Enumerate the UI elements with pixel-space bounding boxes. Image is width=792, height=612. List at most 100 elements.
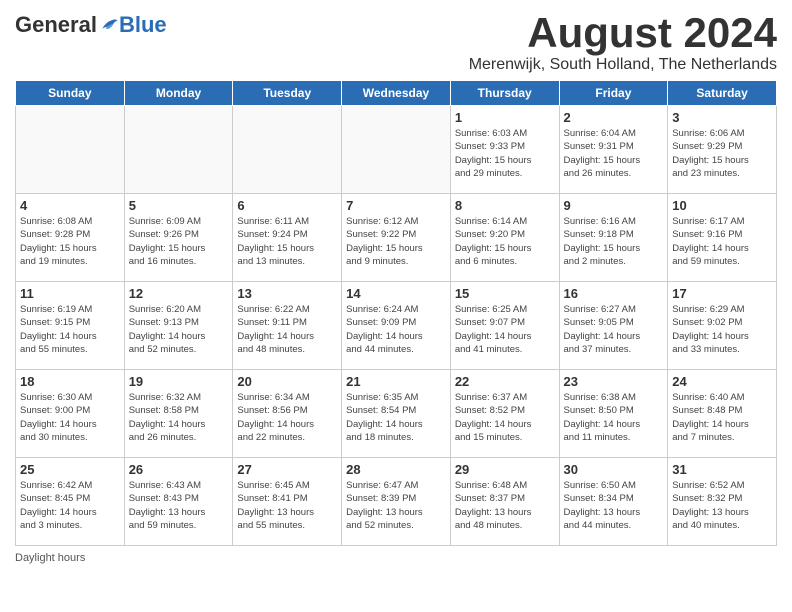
calendar-cell: 6Sunrise: 6:11 AM Sunset: 9:24 PM Daylig…	[233, 194, 342, 282]
logo: General Blue	[15, 14, 167, 36]
day-info: Sunrise: 6:45 AM Sunset: 8:41 PM Dayligh…	[237, 479, 337, 532]
day-number: 9	[564, 198, 664, 213]
day-info: Sunrise: 6:47 AM Sunset: 8:39 PM Dayligh…	[346, 479, 446, 532]
calendar-table: SundayMondayTuesdayWednesdayThursdayFrid…	[15, 80, 777, 546]
calendar-cell: 25 Sunrise: 6:42 AM Sunset: 8:45 PM Dayli…	[16, 458, 125, 546]
day-info: Sunrise: 6:06 AM Sunset: 9:29 PM Dayligh…	[672, 127, 772, 180]
calendar-cell: 22 Sunrise: 6:37 AM Sunset: 8:52 PM Dayli…	[450, 370, 559, 458]
calendar-cell	[124, 106, 233, 194]
day-number: 8	[455, 198, 555, 213]
day-number: 27	[237, 462, 337, 477]
day-number: 12	[129, 286, 229, 301]
calendar-cell: 21 Sunrise: 6:35 AM Sunset: 8:54 PM Dayli…	[342, 370, 451, 458]
day-number: 5	[129, 198, 229, 213]
day-number: 16	[564, 286, 664, 301]
calendar-cell: 26 Sunrise: 6:43 AM Sunset: 8:43 PM Dayli…	[124, 458, 233, 546]
day-of-week-header: Monday	[124, 81, 233, 106]
day-info: Sunrise: 6:40 AM Sunset: 8:48 PM Dayligh…	[672, 391, 772, 444]
day-info: Sunrise: 6:37 AM Sunset: 8:52 PM Dayligh…	[455, 391, 555, 444]
day-number: 11	[20, 286, 120, 301]
calendar-cell: 18 Sunrise: 6:30 AM Sunset: 9:00 PM Dayli…	[16, 370, 125, 458]
day-number: 17	[672, 286, 772, 301]
day-info: Sunrise: 6:09 AM Sunset: 9:26 PM Dayligh…	[129, 215, 229, 268]
day-info: Sunrise: 6:04 AM Sunset: 9:31 PM Dayligh…	[564, 127, 664, 180]
day-number: 31	[672, 462, 772, 477]
day-number: 26	[129, 462, 229, 477]
calendar-cell	[16, 106, 125, 194]
calendar-cell: 28 Sunrise: 6:47 AM Sunset: 8:39 PM Dayli…	[342, 458, 451, 546]
day-info: Sunrise: 6:32 AM Sunset: 8:58 PM Dayligh…	[129, 391, 229, 444]
day-number: 28	[346, 462, 446, 477]
day-of-week-header: Friday	[559, 81, 668, 106]
logo-general-text: General	[15, 14, 97, 36]
logo-blue-text: Blue	[119, 14, 167, 36]
day-number: 25	[20, 462, 120, 477]
calendar-cell	[342, 106, 451, 194]
calendar-cell: 3 Sunrise: 6:06 AM Sunset: 9:29 PM Daylig…	[668, 106, 777, 194]
day-number: 19	[129, 374, 229, 389]
day-info: Sunrise: 6:12 AM Sunset: 9:22 PM Dayligh…	[346, 215, 446, 268]
day-info: Sunrise: 6:50 AM Sunset: 8:34 PM Dayligh…	[564, 479, 664, 532]
day-number: 29	[455, 462, 555, 477]
day-number: 4	[20, 198, 120, 213]
day-info: Sunrise: 6:30 AM Sunset: 9:00 PM Dayligh…	[20, 391, 120, 444]
day-info: Sunrise: 6:24 AM Sunset: 9:09 PM Dayligh…	[346, 303, 446, 356]
day-of-week-header: Sunday	[16, 81, 125, 106]
calendar-cell: 8Sunrise: 6:14 AM Sunset: 9:20 PM Daylig…	[450, 194, 559, 282]
calendar-cell: 31 Sunrise: 6:52 AM Sunset: 8:32 PM Dayli…	[668, 458, 777, 546]
day-number: 20	[237, 374, 337, 389]
calendar-cell: 30 Sunrise: 6:50 AM Sunset: 8:34 PM Dayli…	[559, 458, 668, 546]
day-info: Sunrise: 6:34 AM Sunset: 8:56 PM Dayligh…	[237, 391, 337, 444]
calendar-cell: 27 Sunrise: 6:45 AM Sunset: 8:41 PM Dayli…	[233, 458, 342, 546]
calendar-cell: 29 Sunrise: 6:48 AM Sunset: 8:37 PM Dayli…	[450, 458, 559, 546]
calendar-cell: 16 Sunrise: 6:27 AM Sunset: 9:05 PM Dayli…	[559, 282, 668, 370]
day-number: 23	[564, 374, 664, 389]
footer-note: Daylight hours	[15, 552, 777, 564]
calendar-cell: 20 Sunrise: 6:34 AM Sunset: 8:56 PM Dayli…	[233, 370, 342, 458]
day-info: Sunrise: 6:48 AM Sunset: 8:37 PM Dayligh…	[455, 479, 555, 532]
calendar-cell: 19 Sunrise: 6:32 AM Sunset: 8:58 PM Dayli…	[124, 370, 233, 458]
day-number: 18	[20, 374, 120, 389]
day-number: 22	[455, 374, 555, 389]
day-info: Sunrise: 6:27 AM Sunset: 9:05 PM Dayligh…	[564, 303, 664, 356]
day-info: Sunrise: 6:38 AM Sunset: 8:50 PM Dayligh…	[564, 391, 664, 444]
day-number: 7	[346, 198, 446, 213]
calendar-cell: 1 Sunrise: 6:03 AM Sunset: 9:33 PM Daylig…	[450, 106, 559, 194]
day-info: Sunrise: 6:22 AM Sunset: 9:11 PM Dayligh…	[237, 303, 337, 356]
day-info: Sunrise: 6:03 AM Sunset: 9:33 PM Dayligh…	[455, 127, 555, 180]
title-block: August 2024 Merenwijk, South Holland, Th…	[187, 10, 777, 74]
day-info: Sunrise: 6:52 AM Sunset: 8:32 PM Dayligh…	[672, 479, 772, 532]
calendar-cell: 11 Sunrise: 6:19 AM Sunset: 9:15 PM Dayli…	[16, 282, 125, 370]
calendar-cell: 9 Sunrise: 6:16 AM Sunset: 9:18 PM Daylig…	[559, 194, 668, 282]
day-number: 21	[346, 374, 446, 389]
day-info: Sunrise: 6:20 AM Sunset: 9:13 PM Dayligh…	[129, 303, 229, 356]
day-info: Sunrise: 6:08 AM Sunset: 9:28 PM Dayligh…	[20, 215, 120, 268]
logo-bird-icon	[99, 16, 119, 34]
day-number: 10	[672, 198, 772, 213]
calendar-cell: 23 Sunrise: 6:38 AM Sunset: 8:50 PM Dayli…	[559, 370, 668, 458]
day-info: Sunrise: 6:17 AM Sunset: 9:16 PM Dayligh…	[672, 215, 772, 268]
day-of-week-header: Saturday	[668, 81, 777, 106]
day-number: 30	[564, 462, 664, 477]
day-number: 3	[672, 110, 772, 125]
day-info: Sunrise: 6:19 AM Sunset: 9:15 PM Dayligh…	[20, 303, 120, 356]
month-title: August 2024	[187, 10, 777, 56]
day-info: Sunrise: 6:25 AM Sunset: 9:07 PM Dayligh…	[455, 303, 555, 356]
day-info: Sunrise: 6:29 AM Sunset: 9:02 PM Dayligh…	[672, 303, 772, 356]
calendar-cell: 15 Sunrise: 6:25 AM Sunset: 9:07 PM Dayli…	[450, 282, 559, 370]
day-number: 6	[237, 198, 337, 213]
day-of-week-header: Wednesday	[342, 81, 451, 106]
day-of-week-header: Tuesday	[233, 81, 342, 106]
day-info: Sunrise: 6:43 AM Sunset: 8:43 PM Dayligh…	[129, 479, 229, 532]
day-info: Sunrise: 6:42 AM Sunset: 8:45 PM Dayligh…	[20, 479, 120, 532]
day-number: 14	[346, 286, 446, 301]
day-info: Sunrise: 6:35 AM Sunset: 8:54 PM Dayligh…	[346, 391, 446, 444]
day-info: Sunrise: 6:16 AM Sunset: 9:18 PM Dayligh…	[564, 215, 664, 268]
calendar-cell: 24Sunrise: 6:40 AM Sunset: 8:48 PM Dayli…	[668, 370, 777, 458]
calendar-cell: 2Sunrise: 6:04 AM Sunset: 9:31 PM Daylig…	[559, 106, 668, 194]
day-number: 1	[455, 110, 555, 125]
day-of-week-header: Thursday	[450, 81, 559, 106]
calendar-cell: 10 Sunrise: 6:17 AM Sunset: 9:16 PM Dayli…	[668, 194, 777, 282]
page-header: General Blue August 2024 Merenwijk, Sout…	[15, 10, 777, 74]
day-number: 15	[455, 286, 555, 301]
